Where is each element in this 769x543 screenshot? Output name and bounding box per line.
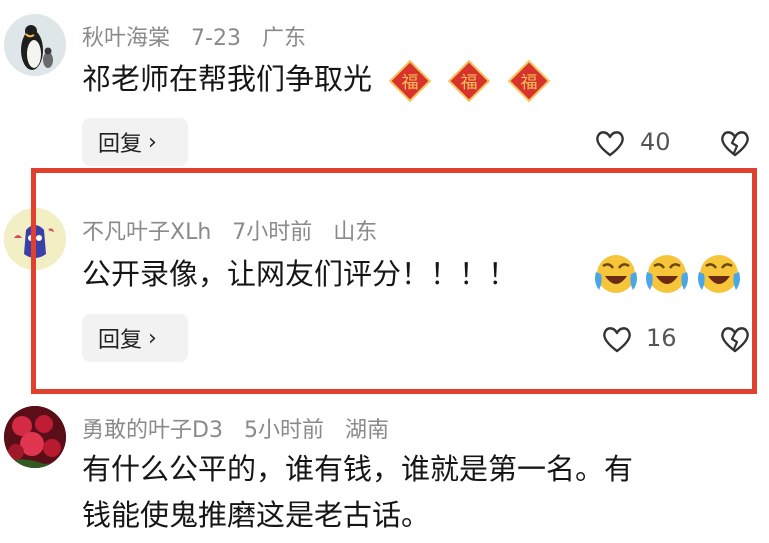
comment-location: 湖南 <box>344 418 389 443</box>
red-flowers-avatar-icon <box>4 406 66 468</box>
avatar[interactable] <box>4 406 66 468</box>
username[interactable]: 勇敢的叶子D3 <box>82 418 223 443</box>
comment-3: 勇敢的叶子D3 5小时前 湖南 有什么公平的，谁有钱，谁就是第一名。有 钱能使鬼… <box>0 0 769 543</box>
comment-text-line-2: 钱能使鬼推磨这是老古话。 <box>82 498 431 532</box>
comment-date: 5小时前 <box>243 418 324 443</box>
comment-text-line-1: 有什么公平的，谁有钱，谁就是第一名。有 <box>82 452 634 486</box>
comment-meta: 勇敢的叶子D3 5小时前 湖南 <box>82 412 403 444</box>
